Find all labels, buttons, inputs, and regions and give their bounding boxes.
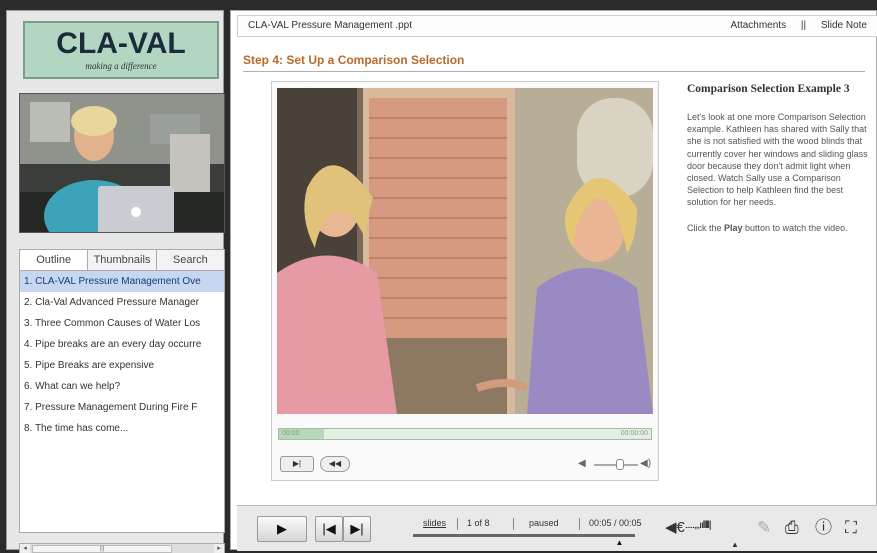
slide-position: 1 of 8	[467, 518, 490, 528]
previous-icon: |◀	[322, 521, 336, 536]
outline-item[interactable]: 4. Pipe breaks are an every day occurre	[20, 334, 224, 355]
tab-thumbnails[interactable]: Thumbnails	[88, 250, 157, 270]
rewind-icon: ◀◀	[328, 459, 342, 468]
outline-item[interactable]: 8. The time has come...	[20, 418, 224, 439]
speaker-icon[interactable]: ◀€	[665, 518, 685, 538]
slides-label: slides	[423, 518, 447, 528]
logo-name: CLA-VAL	[56, 27, 186, 60]
attachments-link[interactable]: Attachments	[731, 20, 787, 31]
video-time-start: 00:00	[282, 430, 300, 437]
tab-outline[interactable]: Outline	[20, 250, 89, 270]
presenter-video	[19, 93, 225, 233]
video-time-end: 00:00:00	[620, 430, 648, 437]
outline-item[interactable]: 3. Three Common Causes of Water Los	[20, 313, 224, 334]
topbar-separator: ||	[800, 20, 807, 31]
pencil-icon[interactable]: ✎	[757, 518, 771, 538]
play-icon: ▶	[277, 521, 287, 536]
video-volume-high-icon: ◀)	[640, 458, 652, 469]
video-frame[interactable]	[277, 88, 653, 414]
video-seek-bar[interactable]: 00:00 00:00:00	[278, 428, 652, 440]
presentation-progress-bar[interactable]	[413, 534, 635, 537]
info-icon[interactable]: ⓘ	[815, 518, 832, 538]
playback-bar: ▶ |◀ ▶| slides 1 of 8 paused 00:05 / 00:…	[237, 505, 877, 551]
outline-item[interactable]: 1. CLA-VAL Pressure Management Ove	[20, 271, 224, 292]
slide-note-link[interactable]: Slide Note	[821, 20, 867, 31]
outline-item[interactable]: 2. Cla-Val Advanced Pressure Manager	[20, 292, 224, 313]
info-separator	[579, 518, 580, 530]
info-separator	[513, 518, 514, 530]
video-rewind-button[interactable]: ◀◀	[320, 456, 350, 472]
play-instructions: Click the Play button to watch the video…	[687, 223, 875, 233]
title-bar: CLA-VAL Pressure Management .ppt Attachm…	[237, 15, 877, 37]
play-instructions-suffix: button to watch the video.	[742, 222, 848, 233]
cla-val-logo: CLA-VAL making a difference	[23, 21, 219, 79]
playback-time: 00:05 / 00:05	[589, 518, 642, 528]
tab-search[interactable]: Search	[157, 250, 224, 270]
main-content: CLA-VAL Pressure Management .ppt Attachm…	[230, 10, 877, 551]
logo-tagline: making a difference	[85, 61, 157, 71]
presentation-title: CLA-VAL Pressure Management .ppt	[248, 20, 412, 31]
video-volume-low-icon: ◀	[578, 458, 586, 469]
progress-marker-icon[interactable]: ▲	[615, 538, 623, 547]
next-slide-button[interactable]: ▶|	[343, 516, 371, 542]
volume-level-bars[interactable]: .....,,,ıılllll|	[685, 520, 711, 531]
play-instructions-prefix: Click the	[687, 222, 725, 233]
fullscreen-icon[interactable]: ⛶	[845, 518, 857, 538]
video-player: 00:00 00:00:00 ▶| ◀◀ ◀ ◀)	[271, 81, 659, 481]
playback-status: paused	[529, 518, 559, 528]
print-icon[interactable]: ⎙	[785, 518, 799, 538]
outline-item[interactable]: 5. Pipe Breaks are expensive	[20, 355, 224, 376]
outline-list: 1. CLA-VAL Pressure Management Ove 2. Cl…	[19, 271, 225, 533]
heading-divider	[243, 71, 865, 72]
volume-marker-icon: ▲	[731, 540, 739, 549]
outline-item[interactable]: 7. Pressure Management During Fire F	[20, 397, 224, 418]
description-body: Let's look at one more Comparison Select…	[687, 112, 868, 208]
description-title: Comparison Selection Example 3	[687, 83, 850, 95]
video-volume-knob[interactable]	[616, 459, 624, 470]
presentation-play-button[interactable]: ▶	[257, 516, 307, 542]
scroll-left-arrow-icon[interactable]: ◂	[20, 544, 30, 553]
previous-slide-button[interactable]: |◀	[315, 516, 343, 542]
scroll-right-arrow-icon[interactable]: ▸	[214, 544, 224, 553]
video-still-image	[277, 88, 653, 414]
info-separator	[457, 518, 458, 530]
video-play-button[interactable]: ▶|	[280, 456, 314, 472]
next-icon: ▶|	[350, 521, 364, 536]
slide-heading: Step 4: Set Up a Comparison Selection	[243, 53, 465, 67]
slide-description: Comparison Selection Example 3 Let's loo…	[687, 83, 875, 233]
sidebar-tabs: Outline Thumbnails Search	[19, 249, 225, 271]
play-instructions-keyword: Play	[724, 222, 743, 233]
presenter-image	[20, 94, 224, 232]
play-icon: ▶|	[292, 459, 302, 468]
outline-item[interactable]: 6. What can we help?	[20, 376, 224, 397]
left-sidebar: CLA-VAL making a difference Outline Thum…	[6, 10, 225, 553]
scrollbar-thumb[interactable]: |||	[32, 545, 172, 553]
outline-horizontal-scrollbar[interactable]: ◂ ||| ▸	[19, 543, 225, 553]
